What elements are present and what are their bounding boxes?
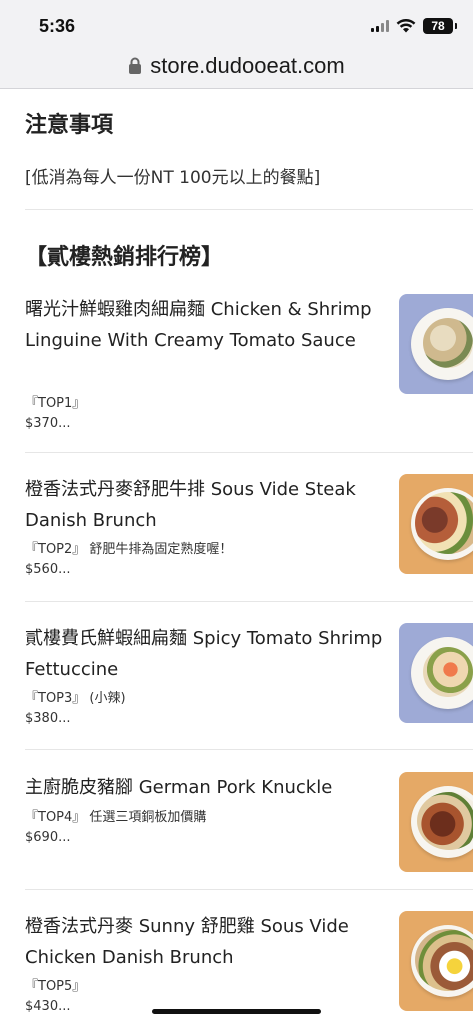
menu-item-price: $690...	[25, 830, 71, 845]
menu-item-image[interactable]	[399, 623, 473, 723]
menu-item-name: 橙香法式丹麥舒肥牛排 Sous Vide Steak Danish Brunch	[25, 479, 356, 531]
status-time: 5:36	[39, 16, 76, 36]
divider	[25, 209, 473, 210]
menu-item-name: 貳樓費氏鮮蝦細扁麵 Spicy Tomato Shrimp Fettuccine	[25, 628, 383, 680]
shrimp-pasta-image	[423, 647, 473, 697]
divider	[25, 749, 473, 750]
menu-item-image[interactable]	[399, 294, 473, 394]
url-domain[interactable]: store.dudooeat.com	[150, 53, 344, 79]
wifi-icon	[396, 19, 416, 33]
status-bar: 5:36 78	[0, 0, 473, 44]
home-indicator[interactable]	[152, 1009, 321, 1014]
menu-item-price: $380...	[25, 711, 71, 726]
menu-item-price: $370...	[25, 416, 71, 431]
url-bar[interactable]: store.dudooeat.com	[0, 44, 473, 89]
menu-item-price: $430...	[25, 999, 71, 1014]
menu-item-subtitle: 『TOP1』	[25, 396, 86, 411]
menu-item-image[interactable]	[399, 772, 473, 872]
menu-item-name: 曙光汁鮮蝦雞肉細扁麵 Chicken & Shrimp Linguine Wit…	[25, 299, 372, 351]
divider	[25, 452, 473, 453]
menu-item[interactable]: 曙光汁鮮蝦雞肉細扁麵 Chicken & Shrimp Linguine Wit…	[0, 294, 473, 444]
pork-knuckle-image	[417, 792, 473, 850]
notice-title: 注意事項	[25, 113, 114, 138]
menu-item[interactable]: 橙香法式丹麥舒肥牛排 Sous Vide Steak Danish Brunch…	[0, 474, 473, 589]
section-title: 【貳樓熱銷排行榜】	[25, 245, 224, 270]
divider	[25, 889, 473, 890]
pasta-image	[423, 318, 473, 368]
battery-icon: 78	[423, 18, 457, 34]
menu-item-image[interactable]	[399, 911, 473, 1011]
notice-text: [低消為每人一份NT 100元以上的餐點]	[25, 168, 321, 188]
status-icons: 78	[371, 18, 457, 34]
menu-item[interactable]: 貳樓費氏鮮蝦細扁麵 Spicy Tomato Shrimp Fettuccine…	[0, 623, 473, 738]
divider	[25, 601, 473, 602]
menu-item-subtitle: 『TOP2』 舒肥牛排為固定熟度喔！	[25, 542, 233, 557]
menu-item-price: $560...	[25, 562, 71, 577]
menu-item-subtitle: 『TOP3』 (小辣)	[25, 691, 126, 706]
menu-item-name: 橙香法式丹麥 Sunny 舒肥雞 Sous Vide Chicken Danis…	[25, 916, 349, 968]
menu-item[interactable]: 主廚脆皮豬腳 German Pork Knuckle 『TOP4』 任選三項銅板…	[0, 772, 473, 882]
menu-item-subtitle: 『TOP5』	[25, 979, 86, 994]
menu-item[interactable]: 橙香法式丹麥 Sunny 舒肥雞 Sous Vide Chicken Danis…	[0, 911, 473, 1021]
menu-item-name: 主廚脆皮豬腳 German Pork Knuckle	[25, 777, 333, 798]
menu-item-image[interactable]	[399, 474, 473, 574]
lock-icon	[129, 57, 142, 74]
cellular-signal-icon	[371, 20, 389, 32]
chicken-brunch-image	[415, 929, 473, 991]
menu-item-subtitle: 『TOP4』 任選三項銅板加價購	[25, 810, 207, 825]
steak-image	[415, 492, 473, 554]
